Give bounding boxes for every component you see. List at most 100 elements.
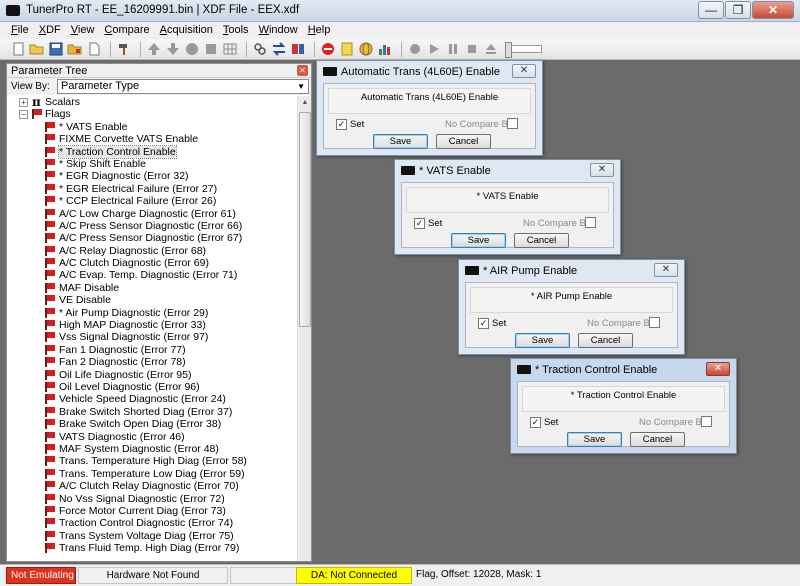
- tree-item[interactable]: Fan 1 Diagnostic (Error 77): [7, 344, 298, 356]
- dialog-close-icon[interactable]: ✕: [590, 163, 614, 177]
- arrow-down-icon[interactable]: [165, 41, 181, 57]
- play-icon[interactable]: [426, 41, 442, 57]
- tree-item[interactable]: High MAP Diagnostic (Error 33): [7, 319, 298, 331]
- no-compare-checkbox[interactable]: [585, 217, 596, 228]
- tree-item[interactable]: Brake Switch Shorted Diag (Error 37): [7, 406, 298, 418]
- minimize-button[interactable]: —: [698, 1, 724, 19]
- tree-item[interactable]: A/C Clutch Diagnostic (Error 69): [7, 257, 298, 269]
- tree-item[interactable]: Vehicle Speed Diagnostic (Error 24): [7, 393, 298, 405]
- swap-icon[interactable]: [271, 41, 287, 57]
- stop-icon[interactable]: [203, 41, 219, 57]
- tree-item[interactable]: A/C Relay Diagnostic (Error 68): [7, 245, 298, 257]
- collapse-icon[interactable]: −: [19, 110, 28, 120]
- open-xdf-icon[interactable]: [67, 41, 83, 57]
- link-icon[interactable]: [252, 41, 268, 57]
- stop-playback-icon[interactable]: [464, 41, 480, 57]
- no-compare-checkbox[interactable]: [701, 416, 712, 427]
- tree-item[interactable]: Oil Level Diagnostic (Error 96): [7, 381, 298, 393]
- panel-close-icon[interactable]: ✕: [297, 65, 308, 76]
- dialog-title-bar[interactable]: * AIR Pump Enable ✕: [459, 260, 684, 282]
- tree-item[interactable]: VE Disable: [7, 294, 298, 306]
- set-checkbox[interactable]: ✓: [530, 417, 541, 428]
- set-checkbox[interactable]: ✓: [414, 218, 425, 229]
- record-icon[interactable]: [407, 41, 423, 57]
- save-button[interactable]: Save: [567, 432, 622, 447]
- dialog-close-icon[interactable]: ✕: [512, 64, 536, 78]
- tree-item[interactable]: Brake Switch Open Diag (Error 38): [7, 418, 298, 430]
- tree-item[interactable]: A/C Press Sensor Diagnostic (Error 66): [7, 220, 298, 232]
- set-checkbox[interactable]: ✓: [336, 119, 347, 130]
- new-file-icon[interactable]: [10, 41, 26, 57]
- tree-item[interactable]: Traction Control Diagnostic (Error 74): [7, 517, 298, 529]
- globe-icon[interactable]: [358, 41, 374, 57]
- tree-item[interactable]: Vss Signal Diagnostic (Error 97): [7, 331, 298, 343]
- tree-item[interactable]: Trans. Temperature High Diag (Error 58): [7, 455, 298, 467]
- menu-view[interactable]: View: [66, 22, 100, 39]
- menu-acquisition[interactable]: Acquisition: [155, 22, 218, 39]
- hammer-icon[interactable]: [116, 41, 132, 57]
- tree-item[interactable]: A/C Evap. Temp. Diagnostic (Error 71): [7, 269, 298, 281]
- tree-item[interactable]: Oil Life Diagnostic (Error 95): [7, 369, 298, 381]
- tree-item[interactable]: VATS Diagnostic (Error 46): [7, 431, 298, 443]
- cancel-button[interactable]: Cancel: [578, 333, 633, 348]
- menu-xdf[interactable]: XDF: [34, 22, 66, 39]
- tree-item[interactable]: * Traction Control Enable: [7, 144, 298, 159]
- tree-item[interactable]: + π Scalars: [7, 96, 298, 108]
- tree-item[interactable]: MAF System Diagnostic (Error 48): [7, 443, 298, 455]
- arrow-up-icon[interactable]: [146, 41, 162, 57]
- tree-item[interactable]: Trans. Temperature Low Diag (Error 59): [7, 468, 298, 480]
- menu-file[interactable]: File: [6, 22, 34, 39]
- playback-slider[interactable]: [505, 42, 542, 58]
- compare-icon[interactable]: [290, 41, 306, 57]
- scroll-up-icon[interactable]: ▲: [298, 96, 312, 110]
- tree-item[interactable]: * Air Pump Diagnostic (Error 29): [7, 307, 298, 319]
- dialog-close-icon[interactable]: ✕: [706, 362, 730, 376]
- tree-item[interactable]: A/C Low Charge Diagnostic (Error 61): [7, 208, 298, 220]
- cancel-button[interactable]: Cancel: [436, 134, 491, 149]
- tree-scrollbar[interactable]: ▲: [297, 96, 311, 561]
- tree-item[interactable]: A/C Press Sensor Diagnostic (Error 67): [7, 232, 298, 244]
- note-icon[interactable]: [339, 41, 355, 57]
- tree-item[interactable]: FIXME Corvette VATS Enable: [7, 133, 298, 145]
- view-by-select[interactable]: Parameter Type ▼: [57, 79, 309, 94]
- bar-chart-icon[interactable]: [377, 41, 393, 57]
- tree-item[interactable]: * Skip Shift Enable: [7, 158, 298, 170]
- tree-item[interactable]: Force Motor Current Diag (Error 73): [7, 505, 298, 517]
- new-document-icon[interactable]: [86, 41, 102, 57]
- save-icon[interactable]: [48, 41, 64, 57]
- tree-item[interactable]: A/C Clutch Relay Diagnostic (Error 70): [7, 480, 298, 492]
- close-button[interactable]: ✕: [752, 1, 794, 19]
- expand-icon[interactable]: +: [19, 98, 28, 107]
- menu-tools[interactable]: Tools: [218, 22, 254, 39]
- grid-icon[interactable]: [222, 41, 238, 57]
- save-button[interactable]: Save: [451, 233, 506, 248]
- menu-help[interactable]: Help: [303, 22, 336, 39]
- restore-button[interactable]: ❐: [725, 1, 751, 19]
- tree-item[interactable]: MAF Disable: [7, 282, 298, 294]
- scroll-thumb[interactable]: [299, 112, 311, 327]
- tree-item[interactable]: * CCP Electrical Failure (Error 26): [7, 195, 298, 207]
- dialog-title-bar[interactable]: * VATS Enable ✕: [395, 160, 620, 182]
- tree-item[interactable]: * EGR Electrical Failure (Error 27): [7, 183, 298, 195]
- tree-item[interactable]: − Flags: [7, 108, 298, 120]
- menu-compare[interactable]: Compare: [99, 22, 154, 39]
- circle-icon[interactable]: [184, 41, 200, 57]
- cancel-button[interactable]: Cancel: [514, 233, 569, 248]
- save-button[interactable]: Save: [515, 333, 570, 348]
- tree-item[interactable]: Trans System Voltage Diag (Error 75): [7, 530, 298, 542]
- no-compare-checkbox[interactable]: [649, 317, 660, 328]
- dialog-title-bar[interactable]: Automatic Trans (4L60E) Enable ✕: [317, 61, 542, 83]
- menu-window[interactable]: Window: [254, 22, 303, 39]
- set-checkbox[interactable]: ✓: [478, 318, 489, 329]
- dialog-close-icon[interactable]: ✕: [654, 263, 678, 277]
- save-button[interactable]: Save: [373, 134, 428, 149]
- tree-item[interactable]: No Vss Signal Diagnostic (Error 72): [7, 493, 298, 505]
- no-entry-icon[interactable]: [320, 41, 336, 57]
- cancel-button[interactable]: Cancel: [630, 432, 685, 447]
- eject-icon[interactable]: [483, 41, 499, 57]
- tree-item[interactable]: * VATS Enable: [7, 121, 298, 133]
- tree-item[interactable]: Trans Fluid Temp. High Diag (Error 79): [7, 542, 298, 554]
- tree-item[interactable]: Fan 2 Diagnostic (Error 78): [7, 356, 298, 368]
- pause-icon[interactable]: [445, 41, 461, 57]
- open-folder-icon[interactable]: [29, 41, 45, 57]
